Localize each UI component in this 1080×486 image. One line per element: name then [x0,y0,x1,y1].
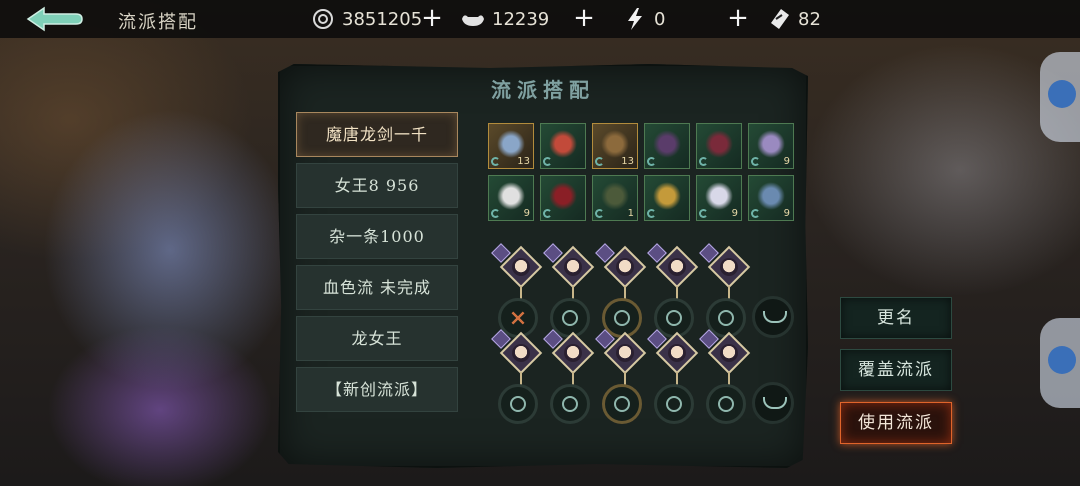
refine-icon [543,209,552,218]
skill-disc[interactable] [602,384,642,424]
school-item-1[interactable]: 魔唐龙剑一千 [296,112,458,157]
wing-item[interactable]: 9 [696,175,742,221]
school-item-2[interactable]: 女王8 956 [296,163,458,208]
lightning-icon [622,8,648,30]
skill-disc[interactable] [498,384,538,424]
add-ingot-button[interactable]: + [572,5,596,31]
boots-item-icon [705,130,733,158]
coin-icon [310,8,336,30]
refine-icon [699,209,708,218]
claw-item-icon [549,130,577,158]
cape-item-icon [549,182,577,210]
new-school-item[interactable]: 【新创流派】 [296,367,458,412]
taiji-item-icon [497,182,525,210]
school-config-panel: 流派搭配 魔唐龙剑一千 女王8 956 杂一条1000 血色流 未完成 龙女王 … [278,64,808,468]
school-list: 魔唐龙剑一千 女王8 956 杂一条1000 血色流 未完成 龙女王 【新创流派… [296,112,462,418]
coin-value: 3851205 [342,8,423,30]
team-row-2 [490,329,802,428]
back-arrow-icon [26,6,83,32]
cape-item[interactable] [540,175,586,221]
equipment-grid: 13 13 9 9 1 9 9 [488,123,800,221]
music-control[interactable] [1040,52,1080,142]
coin-resource: 3851205 [310,5,422,33]
claw-item[interactable] [540,123,586,169]
ingot-resource: 12239 [460,5,549,33]
refine-icon [647,209,656,218]
school-item-3[interactable]: 杂一条1000 [296,214,458,259]
skill-disc[interactable] [550,384,590,424]
school-item-5[interactable]: 龙女王 [296,316,458,361]
ticket-value: 82 [798,8,821,30]
gauntlet-item-icon [601,182,629,210]
wing-item-icon [705,182,733,210]
add-stamina-button[interactable]: + [726,5,750,31]
staff-item-icon [757,182,785,210]
back-arrow-button[interactable] [24,6,84,32]
refine-icon [595,157,604,166]
equipment-level: 9 [783,208,790,219]
team-row-1 [490,243,802,342]
amulet-item[interactable]: 9 [748,123,794,169]
refine-icon [699,157,708,166]
panel-title: 流派搭配 [491,78,595,102]
mute-icon [1048,346,1076,374]
stamina-value: 0 [654,8,666,30]
refine-icon [595,209,604,218]
amulet-item-icon [757,130,785,158]
rename-button[interactable]: 更名 [840,297,952,339]
add-coin-button[interactable]: + [420,5,444,31]
belt-item-icon [653,182,681,210]
music-icon [1048,80,1076,108]
accessory-slot[interactable] [752,296,794,338]
skill-disc[interactable] [706,384,746,424]
ingot-icon [460,8,486,30]
equipment-level: 1 [627,208,634,219]
mute-control[interactable] [1040,318,1080,408]
equipment-level: 13 [517,156,530,167]
refine-icon [751,157,760,166]
sword-item[interactable]: 13 [488,123,534,169]
robe-item[interactable] [644,123,690,169]
mask-item[interactable]: 13 [592,123,638,169]
mask-item-icon [601,130,629,158]
overwrite-school-button[interactable]: 覆盖流派 [840,349,952,391]
skill-disc[interactable] [654,384,694,424]
school-item-4[interactable]: 血色流 未完成 [296,265,458,310]
refine-icon [491,157,500,166]
top-bar: 流派搭配 3851205 + 12239 + 0 + 82 [0,0,1080,38]
robe-item-icon [653,130,681,158]
staff-item[interactable]: 9 [748,175,794,221]
refine-icon [647,157,656,166]
refine-icon [751,209,760,218]
equipment-level: 13 [621,156,634,167]
gauntlet-item[interactable]: 1 [592,175,638,221]
ticket-resource: 82 [766,5,821,33]
taiji-item[interactable]: 9 [488,175,534,221]
ingot-value: 12239 [492,8,550,30]
refine-icon [491,209,500,218]
page-title: 流派搭配 [118,12,198,33]
boots-item[interactable] [696,123,742,169]
ticket-icon [766,8,792,30]
equipment-level: 9 [731,208,738,219]
sword-item-icon [497,130,525,158]
use-school-button[interactable]: 使用流派 [840,402,952,444]
equipment-level: 9 [783,156,790,167]
equipment-level: 9 [523,208,530,219]
stamina-resource: 0 [622,5,665,33]
accessory-slot[interactable] [752,382,794,424]
refine-icon [543,157,552,166]
belt-item[interactable] [644,175,690,221]
